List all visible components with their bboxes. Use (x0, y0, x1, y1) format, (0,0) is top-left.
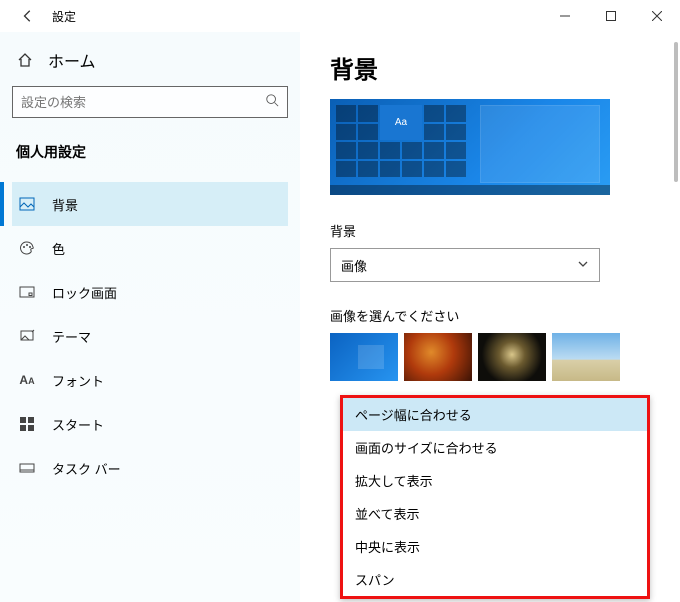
palette-icon (18, 240, 36, 256)
chevron-down-icon (577, 258, 589, 273)
home-label: ホーム (48, 48, 96, 72)
nav-background[interactable]: 背景 (12, 182, 288, 226)
nav-label: タスク バー (52, 459, 121, 478)
nav-label: スタート (52, 415, 104, 434)
choose-image-label: 画像を選んでください (330, 306, 650, 325)
taskbar-icon (18, 460, 36, 476)
nav-label: 色 (52, 239, 65, 258)
fit-option[interactable]: 並べて表示 (343, 497, 647, 530)
thumbnail[interactable] (478, 333, 546, 381)
background-label: 背景 (330, 221, 650, 240)
picture-icon (18, 196, 36, 212)
sidebar: ホーム 個人用設定 背景 色 ロック画面 テーマ (0, 32, 300, 602)
nav-themes[interactable]: テーマ (12, 314, 288, 358)
lockscreen-icon (18, 284, 36, 300)
fit-option[interactable]: 拡大して表示 (343, 464, 647, 497)
image-thumbnails (330, 333, 650, 381)
thumbnail[interactable] (404, 333, 472, 381)
search-icon (265, 93, 279, 112)
font-icon: AA (18, 373, 36, 387)
nav-label: 背景 (52, 195, 78, 214)
maximize-button[interactable] (588, 0, 634, 32)
start-icon (18, 417, 36, 431)
desktop-preview: Aa (330, 99, 610, 195)
nav-start[interactable]: スタート (12, 402, 288, 446)
close-button[interactable] (634, 0, 680, 32)
window-title: 設定 (52, 8, 76, 25)
background-dropdown[interactable]: 画像 (330, 248, 600, 282)
nav-label: ロック画面 (52, 283, 117, 302)
titlebar: 設定 (0, 0, 680, 32)
preview-sample-text: Aa (380, 105, 422, 140)
back-button[interactable] (12, 9, 44, 23)
page-title: 背景 (330, 50, 650, 85)
nav-label: フォント (52, 371, 104, 390)
home-icon (16, 52, 34, 68)
section-title: 個人用設定 (12, 138, 288, 166)
minimize-button[interactable] (542, 0, 588, 32)
nav-colors[interactable]: 色 (12, 226, 288, 270)
search-input[interactable] (21, 95, 265, 110)
nav-taskbar[interactable]: タスク バー (12, 446, 288, 490)
fit-option[interactable]: スパン (343, 563, 647, 596)
fit-option[interactable]: 画面のサイズに合わせる (343, 431, 647, 464)
scrollbar[interactable] (674, 42, 678, 182)
fit-option[interactable]: 中央に表示 (343, 530, 647, 563)
dropdown-value: 画像 (341, 256, 367, 275)
theme-icon (18, 328, 36, 344)
nav-label: テーマ (52, 327, 91, 346)
fit-dropdown-menu: ページ幅に合わせる 画面のサイズに合わせる 拡大して表示 並べて表示 中央に表示… (340, 395, 650, 599)
nav-lockscreen[interactable]: ロック画面 (12, 270, 288, 314)
nav-fonts[interactable]: AA フォント (12, 358, 288, 402)
thumbnail[interactable] (330, 333, 398, 381)
fit-option[interactable]: ページ幅に合わせる (343, 398, 647, 431)
home-link[interactable]: ホーム (12, 40, 288, 86)
thumbnail[interactable] (552, 333, 620, 381)
search-box[interactable] (12, 86, 288, 118)
